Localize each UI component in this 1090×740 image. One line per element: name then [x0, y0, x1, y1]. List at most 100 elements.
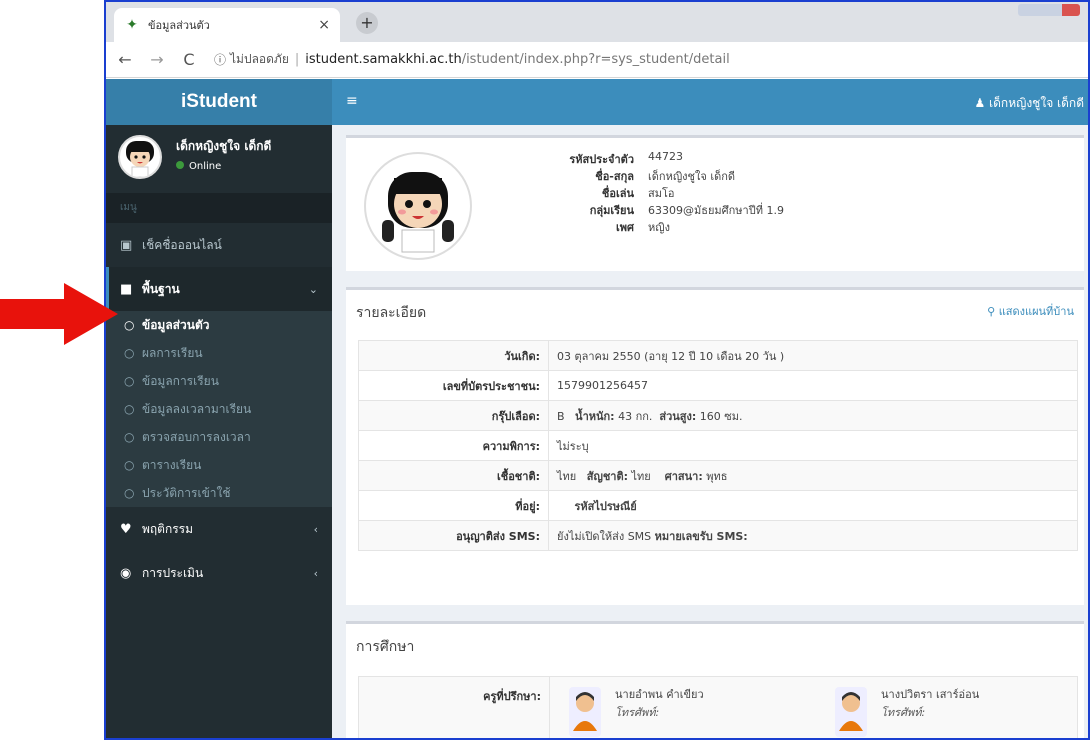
address-label: ที่อยู่:: [358, 490, 549, 521]
calendar-check-icon: ▣: [120, 237, 133, 253]
sidebar-item-grades[interactable]: ○ ผลการเรียน: [106, 339, 332, 367]
navbar-user-menu[interactable]: ♟ เด็กหญิงชูใจ เด็กดี: [974, 94, 1084, 113]
browser-tab[interactable]: ✦ ข้อมูลส่วนตัว ×: [114, 8, 340, 42]
class-group-value: 63309@มัธยมศึกษาปีที่ 1.9: [648, 204, 784, 217]
chevron-left-icon: ‹: [313, 522, 318, 536]
advisor-label: ครูที่ปรึกษา:: [359, 677, 550, 738]
back-arrow-icon[interactable]: ←: [112, 50, 138, 69]
birth-label: วันเกิด:: [358, 340, 549, 371]
birth-value: 03 ตุลาคม 2550 (อายุ 12 ปี 10 เดือน 20 ว…: [548, 340, 1078, 371]
disability-value: ไม่ระบุ: [548, 430, 1078, 461]
circle-icon: ○: [124, 318, 135, 332]
teacher-avatar-icon: [569, 687, 601, 737]
new-tab-button[interactable]: +: [356, 12, 378, 34]
hamburger-menu-icon[interactable]: ≡: [346, 93, 358, 109]
security-label: ไม่ปลอดภัย: [230, 52, 289, 66]
profile-box: รหัสประจำตัว 44723 ชื่อ-สกุล เด็กหญิงชูใจ …: [346, 135, 1084, 271]
race-label: เชื้อชาติ:: [358, 460, 549, 491]
url-path: /istudent/index.php?r=sys_student/detail: [461, 52, 730, 67]
circle-icon: ○: [124, 430, 135, 444]
sidebar-item-basic[interactable]: ■ พื้นฐาน ⌄: [106, 267, 332, 311]
user-avatar: [118, 135, 162, 179]
details-box: รายละเอียด ⚲ แสดงแผนที่บ้าน วันเกิด: 03 ต…: [346, 287, 1084, 605]
heart-icon: ♥: [120, 521, 132, 537]
forward-arrow-icon[interactable]: →: [144, 50, 170, 69]
brand-logo[interactable]: iStudent: [106, 79, 332, 125]
advisor-phone: โทรศัพท์:: [615, 706, 660, 719]
table-row: กรุ๊ปเลือด: B น้ำหนัก: 43 กก. ส่วนสูง: 16…: [358, 400, 1078, 431]
table-row: วันเกิด: 03 ตุลาคม 2550 (อายุ 12 ปี 10 เด…: [358, 340, 1078, 371]
id-card-icon: ■: [120, 281, 133, 297]
table-row: เชื้อชาติ: ไทย สัญชาติ: ไทย ศาสนา: พุทธ: [358, 460, 1078, 491]
red-arrow-icon: [0, 283, 118, 345]
disability-label: ความพิการ:: [358, 430, 549, 461]
sms-label: อนุญาติส่ง SMS:: [358, 520, 549, 551]
address-value: รหัสไปรษณีย์: [548, 490, 1078, 521]
student-id-value: 44723: [648, 150, 683, 163]
nickname-value: สมโอ: [648, 187, 675, 200]
map-marker-icon: ⚲: [987, 305, 996, 318]
reload-icon[interactable]: C: [176, 50, 202, 69]
sidebar-user-name: เด็กหญิงชูใจ เด็กดี: [176, 139, 272, 153]
sms-value: ยังไม่เปิดให้ส่ง SMS หมายเลขรับ SMS:: [548, 520, 1078, 551]
full-name-value: เด็กหญิงชูใจ เด็กดี: [648, 170, 736, 183]
class-group-label: กลุ่มเรียน: [589, 204, 634, 217]
info-icon[interactable]: ⓘ: [210, 51, 230, 68]
full-name-label: ชื่อ-สกุล: [595, 170, 634, 183]
chevron-down-icon: ⌄: [308, 282, 318, 296]
circle-icon: ○: [124, 402, 135, 416]
user-status: Online: [176, 161, 221, 172]
circle-icon: ○: [124, 346, 135, 360]
profile-info: รหัสประจำตัว 44723 ชื่อ-สกุล เด็กหญิงชูใจ …: [536, 150, 784, 235]
url-host: istudent.samakkhi.ac.th: [305, 52, 462, 67]
sidebar-item-timetable[interactable]: ○ ตารางเรียน: [106, 451, 332, 479]
details-title: รายละเอียด: [356, 305, 427, 321]
advisor-phone: โทรศัพท์:: [881, 706, 926, 719]
window-controls[interactable]: [1018, 4, 1080, 16]
menu-header: เมนู: [106, 193, 332, 223]
blood-label: กรุ๊ปเลือด:: [358, 400, 549, 431]
idcard-value: 1579901256457: [548, 370, 1078, 401]
tab-close-icon[interactable]: ×: [318, 17, 330, 33]
tab-strip: ✦ ข้อมูลส่วนตัว × +: [106, 2, 1088, 42]
window-close-icon[interactable]: [1062, 4, 1080, 16]
advisor-name: นางปวิตรา เสาร์อ่อน: [881, 688, 980, 701]
online-dot-icon: [176, 161, 184, 169]
advisor-name: นายอำพน คำเขียว: [615, 688, 704, 701]
student-photo: [364, 152, 472, 260]
table-row: ที่อยู่: รหัสไปรษณีย์: [358, 490, 1078, 521]
main-content: รหัสประจำตัว 44723 ชื่อ-สกุล เด็กหญิงชูใจ …: [332, 125, 1088, 738]
blood-weight-height: B น้ำหนัก: 43 กก. ส่วนสูง: 160 ซม.: [548, 400, 1078, 431]
nickname-label: ชื่อเล่น: [601, 187, 634, 200]
education-box: การศึกษา ครูที่ปรึกษา: นายอำพน คำเขียว โ…: [346, 621, 1084, 738]
gender-label: เพศ: [616, 221, 634, 234]
address-bar[interactable]: ⓘ ไม่ปลอดภัย | istudent.samakkhi.ac.th/i…: [210, 47, 1050, 73]
address-separator: |: [294, 52, 300, 67]
student-id-label: รหัสประจำตัว: [569, 153, 634, 166]
browser-window: ✦ ข้อมูลส่วนตัว × + ← → C ⓘ ไม่ปลอดภัย |…: [104, 0, 1090, 740]
tachometer-icon: ◉: [120, 565, 132, 581]
site-favicon-icon: ✦: [126, 17, 138, 33]
show-home-map-link[interactable]: ⚲ แสดงแผนที่บ้าน: [987, 302, 1074, 320]
user-panel: เด็กหญิงชูใจ เด็กดี Online: [106, 125, 332, 193]
advisor-row: ครูที่ปรึกษา: นายอำพน คำเขียว โทรศัพท์: …: [358, 676, 1078, 738]
sidebar-item-checkin[interactable]: ▣ เช็คชื่อออนไลน์: [106, 223, 332, 267]
sidebar-item-attendance[interactable]: ○ ข้อมูลลงเวลามาเรียน: [106, 395, 332, 423]
sidebar-item-usage-history[interactable]: ○ ประวัติการเข้าใช้: [106, 479, 332, 507]
circle-icon: ○: [124, 486, 135, 500]
table-row: เลขที่บัตรประชาชน: 1579901256457: [358, 370, 1078, 401]
gender-value: หญิง: [648, 221, 670, 234]
sidebar-item-check-time[interactable]: ○ ตรวจสอบการลงเวลา: [106, 423, 332, 451]
sidebar-item-personal-info[interactable]: ○ ข้อมูลส่วนตัว: [106, 311, 332, 339]
top-navbar: ≡ ♟ เด็กหญิงชูใจ เด็กดี: [332, 79, 1088, 125]
sidebar-item-study-info[interactable]: ○ ข้อมูลการเรียน: [106, 367, 332, 395]
chevron-left-icon: ‹: [313, 566, 318, 580]
details-table: วันเกิด: 03 ตุลาคม 2550 (อายุ 12 ปี 10 เด…: [358, 340, 1078, 551]
sidebar-item-evaluation[interactable]: ◉ การประเมิน ‹: [106, 551, 332, 595]
browser-toolbar: ← → C ⓘ ไม่ปลอดภัย | istudent.samakkhi.a…: [106, 42, 1088, 111]
circle-icon: ○: [124, 458, 135, 472]
tab-title: ข้อมูลส่วนตัว: [148, 19, 210, 32]
sidebar-item-behavior[interactable]: ♥ พฤติกรรม ‹: [106, 507, 332, 551]
table-row: อนุญาติส่ง SMS: ยังไม่เปิดให้ส่ง SMS หมาย…: [358, 520, 1078, 551]
circle-icon: ○: [124, 374, 135, 388]
